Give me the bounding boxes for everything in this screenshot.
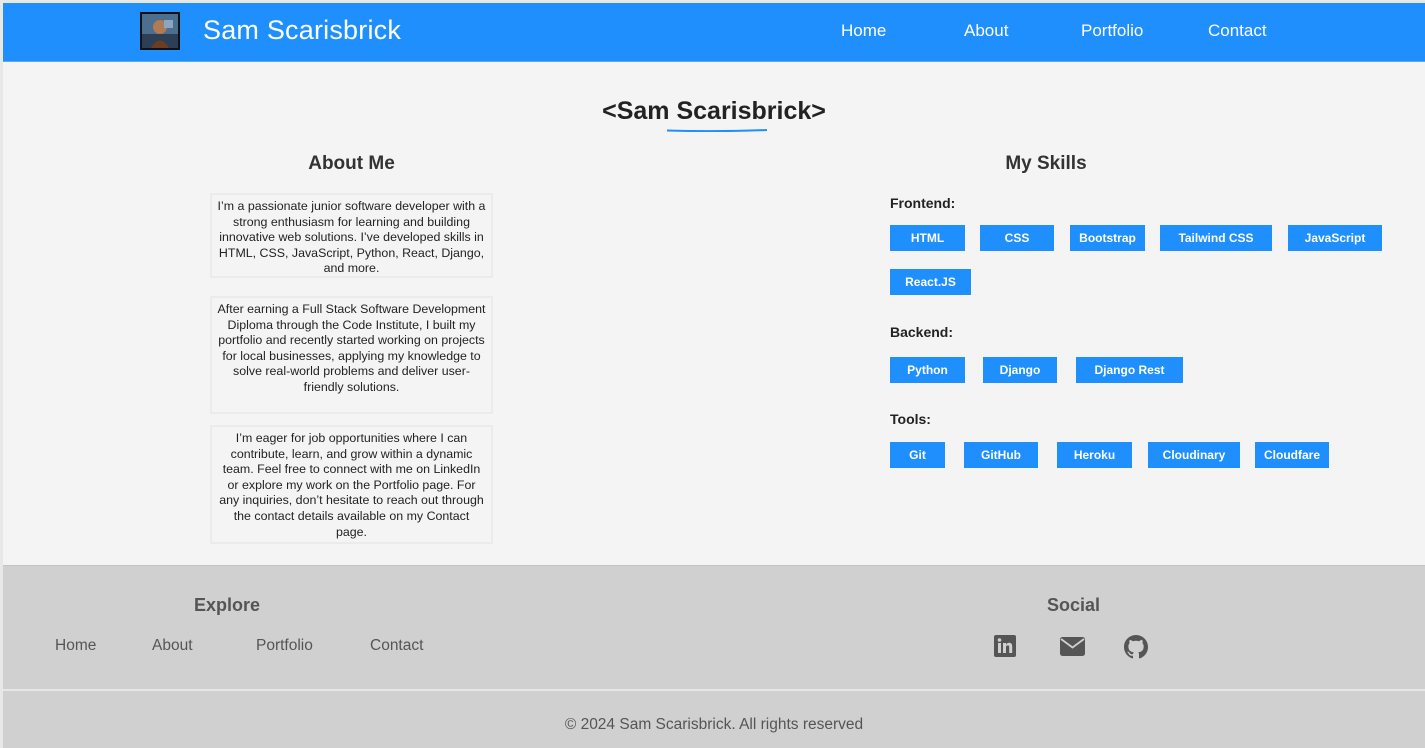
about-paragraph: After earning a Full Stack Software Deve… [217, 302, 486, 394]
page-title: <Sam Scarisbrick> [602, 97, 826, 125]
about-card-2: After earning a Full Stack Software Deve… [210, 296, 493, 414]
footer-link-portfolio[interactable]: Portfolio [256, 637, 313, 655]
site-header: Sam Scarisbrick Home About Portfolio Con… [3, 3, 1425, 62]
skill-tag-bootstrap: Bootstrap [1070, 225, 1145, 251]
footer-divider [3, 689, 1425, 691]
about-heading: About Me [308, 153, 395, 174]
github-icon[interactable] [1124, 635, 1148, 664]
skill-tag-html: HTML [890, 225, 965, 251]
footer-link-about[interactable]: About [152, 637, 193, 655]
social-heading: Social [1047, 595, 1101, 615]
skill-tag-github: GitHub [964, 442, 1038, 468]
explore-heading: Explore [194, 595, 261, 615]
page: Sam Scarisbrick Home About Portfolio Con… [3, 3, 1425, 748]
skills-heading: My Skills [1005, 153, 1087, 174]
skill-tag-javascript: JavaScript [1288, 225, 1382, 251]
about-card-3: I’m eager for job opportunities where I … [210, 425, 493, 544]
skill-tag-python: Python [890, 357, 965, 383]
copyright-text: © 2024 Sam Scarisbrick. All rights reser… [564, 716, 864, 733]
frontend-label: Frontend: [890, 195, 956, 211]
footer-link-home[interactable]: Home [55, 637, 96, 655]
title-underline [667, 129, 767, 132]
skill-tag-react: React.JS [890, 269, 971, 295]
backend-label: Backend: [890, 324, 954, 340]
skill-tag-cloudfare: Cloudfare [1255, 442, 1329, 468]
skill-tag-tailwind: Tailwind CSS [1160, 225, 1272, 251]
profile-avatar[interactable] [140, 12, 180, 50]
envelope-icon[interactable] [1060, 637, 1085, 661]
about-card-1: I’m a passionate junior software develop… [210, 193, 493, 278]
skill-tag-css: CSS [980, 225, 1054, 251]
site-footer: Explore Home About Portfolio Contact Soc… [3, 565, 1425, 748]
footer-link-contact[interactable]: Contact [370, 637, 423, 655]
site-name[interactable]: Sam Scarisbrick [203, 15, 401, 46]
about-paragraph: I’m a passionate junior software develop… [217, 199, 486, 276]
skill-tag-heroku: Heroku [1057, 442, 1132, 468]
tools-label: Tools: [890, 411, 931, 427]
nav-portfolio[interactable]: Portfolio [1081, 21, 1143, 41]
nav-about[interactable]: About [964, 21, 1008, 41]
linkedin-icon[interactable] [994, 635, 1016, 662]
skill-tag-django-rest: Django Rest [1076, 357, 1183, 383]
skill-tag-cloudinary: Cloudinary [1148, 442, 1240, 468]
skill-tag-django: Django [983, 357, 1057, 383]
about-paragraph: I’m eager for job opportunities where I … [219, 431, 484, 539]
nav-contact[interactable]: Contact [1208, 21, 1267, 41]
skill-tag-git: Git [890, 442, 945, 468]
nav-home[interactable]: Home [841, 21, 886, 41]
